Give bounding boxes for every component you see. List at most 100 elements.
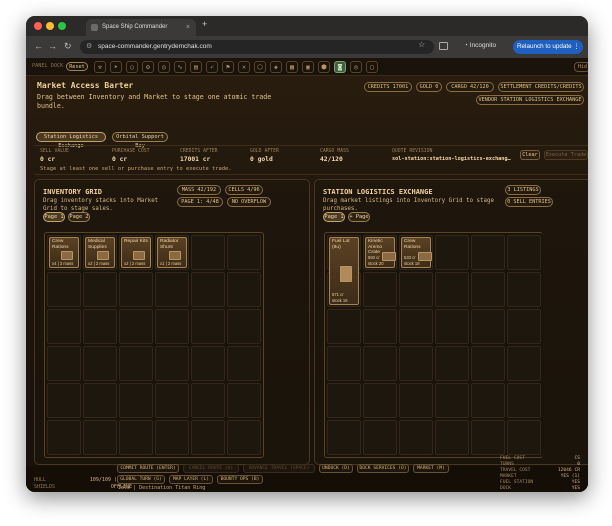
inventory-cell[interactable] xyxy=(227,235,261,270)
new-tab-icon[interactable]: + xyxy=(202,19,207,29)
inventory-item[interactable]: Radiator Shunt x1 | 2 mass xyxy=(157,237,187,268)
inventory-cell[interactable] xyxy=(227,272,261,307)
market-cell[interactable] xyxy=(435,235,469,270)
bookmark-star-icon[interactable]: ☆ xyxy=(418,40,425,49)
inventory-cell[interactable] xyxy=(191,383,225,418)
market-cell[interactable] xyxy=(399,309,433,344)
inventory-cell[interactable] xyxy=(47,272,81,307)
gear-icon[interactable]: ⚙ xyxy=(142,61,154,73)
inventory-cell[interactable] xyxy=(47,346,81,381)
extensions-icon[interactable] xyxy=(439,42,448,50)
wave-icon[interactable]: ∿ xyxy=(174,61,186,73)
market-listing[interactable]: Crew Rations 533 cr stock 18 xyxy=(401,237,432,268)
inventory-cell[interactable] xyxy=(83,420,117,455)
market-cell[interactable] xyxy=(471,272,505,307)
market-cell[interactable] xyxy=(507,346,541,381)
market-cell[interactable]: Crew Rations 533 cr stock 18 xyxy=(399,235,433,270)
inventory-cell[interactable] xyxy=(83,272,117,307)
inventory-cell[interactable] xyxy=(83,383,117,418)
market-listing[interactable]: Kinetic Ammo Crate 550 cr stock 20 xyxy=(365,237,396,268)
forward-icon[interactable]: → xyxy=(48,41,57,51)
cursor-icon[interactable]: ➤ xyxy=(110,61,122,73)
tab-orbital-support[interactable]: Orbital Support Bay xyxy=(112,132,168,149)
inventory-cell[interactable] xyxy=(119,383,153,418)
target-icon[interactable]: ◎ xyxy=(350,61,362,73)
inventory-cell[interactable] xyxy=(191,235,225,270)
market-cell[interactable]: Fuel Lot (8u) 671 cr stock 16 xyxy=(327,235,361,305)
advance-travel-button[interactable]: ADVANCE TRAVEL (SPACE) xyxy=(243,464,315,473)
inventory-cell[interactable] xyxy=(155,420,189,455)
inventory-cell[interactable] xyxy=(191,272,225,307)
market-cell[interactable] xyxy=(507,235,541,270)
market-cell[interactable] xyxy=(363,383,397,418)
market-cell[interactable] xyxy=(471,420,505,455)
cargo-icon[interactable]: ⬢ xyxy=(318,61,330,73)
site-info-icon[interactable]: ⚙ xyxy=(86,40,92,54)
close-tab-icon[interactable]: × xyxy=(186,19,190,36)
market-cell[interactable] xyxy=(471,346,505,381)
inventory-cell[interactable] xyxy=(191,420,225,455)
market-cell[interactable] xyxy=(363,346,397,381)
market-cell[interactable] xyxy=(435,309,469,344)
map-icon[interactable]: ▣ xyxy=(302,61,314,73)
inventory-cell[interactable] xyxy=(119,272,153,307)
inventory-cell[interactable] xyxy=(227,346,261,381)
inventory-page-2-button[interactable]: Page 2 xyxy=(68,212,90,222)
cancel-route-button[interactable]: CANCEL ROUTE (X) xyxy=(183,464,239,473)
dock-services-button[interactable]: DOCK SERVICES (O) xyxy=(357,464,409,473)
market-cell[interactable] xyxy=(471,235,505,270)
market-button[interactable]: MARKET (M) xyxy=(413,464,449,473)
inventory-cell[interactable] xyxy=(47,309,81,344)
market-cell[interactable] xyxy=(507,309,541,344)
inventory-cell[interactable]: Radiator Shunt x1 | 2 mass xyxy=(155,235,189,270)
market-cell[interactable] xyxy=(471,309,505,344)
inventory-cell[interactable] xyxy=(119,309,153,344)
inventory-grid[interactable]: Crew Rations x4 | 3 mass Medical Supplies x… xyxy=(44,232,264,458)
market-cell[interactable] xyxy=(363,309,397,344)
market-cell[interactable] xyxy=(435,346,469,381)
market-cell[interactable] xyxy=(399,420,433,455)
map-layer-button[interactable]: MAP LAYER (L) xyxy=(169,475,213,484)
close-window-icon[interactable] xyxy=(34,22,42,30)
inventory-cell[interactable]: Crew Rations x4 | 3 mass xyxy=(47,235,81,270)
hammer-icon[interactable]: ⚒ xyxy=(94,61,106,73)
browser-tab[interactable]: Space Ship Commander × xyxy=(86,19,196,36)
inventory-item[interactable]: Crew Rations x4 | 3 mass xyxy=(49,237,79,268)
station-icon[interactable]: ◙ xyxy=(334,61,346,73)
market-cell[interactable] xyxy=(327,309,361,344)
market-grid[interactable]: Fuel Lot (8u) 671 cr stock 16 Kinetic Ammo … xyxy=(324,232,543,458)
url-field[interactable]: ⚙ space-commander.gentrydemchak.com xyxy=(80,40,434,54)
inventory-cell[interactable] xyxy=(227,383,261,418)
inventory-cell[interactable]: Medical Supplies x2 | 2 mass xyxy=(83,235,117,270)
frame-icon[interactable]: ▢ xyxy=(366,61,378,73)
market-listing[interactable]: Fuel Lot (8u) 671 cr stock 16 xyxy=(329,237,359,305)
market-cell[interactable]: Kinetic Ammo Crate 550 cr stock 20 xyxy=(363,235,397,270)
chart-icon[interactable]: ▤ xyxy=(190,61,202,73)
market-cell[interactable] xyxy=(435,420,469,455)
maximize-window-icon[interactable] xyxy=(58,22,66,30)
global-turn-button[interactable]: GLOBAL TURN (G) xyxy=(117,475,165,484)
commit-route-button[interactable]: COMMIT ROUTE (ENTER) xyxy=(117,464,179,473)
undock-button[interactable]: UNDOCK (D) xyxy=(319,464,353,473)
market-page-1-button[interactable]: Page 1 xyxy=(323,212,345,222)
inventory-cell[interactable] xyxy=(119,420,153,455)
market-cell[interactable] xyxy=(435,383,469,418)
hide-dock-button[interactable]: Hid xyxy=(574,62,588,72)
market-cell[interactable] xyxy=(327,420,361,455)
inventory-cell[interactable]: Repair Kits x2 | 2 mass xyxy=(119,235,153,270)
cube-icon[interactable]: ◈ xyxy=(270,61,282,73)
clock-icon[interactable]: ◷ xyxy=(158,61,170,73)
inventory-cell[interactable] xyxy=(47,420,81,455)
execute-trade-button[interactable]: Execute Trade xyxy=(544,150,588,160)
reload-icon[interactable]: ↻ xyxy=(64,41,72,52)
inventory-cell[interactable] xyxy=(119,346,153,381)
cross-icon[interactable]: ✕ xyxy=(238,61,250,73)
market-cell[interactable] xyxy=(399,272,433,307)
market-cell[interactable] xyxy=(399,383,433,418)
shield-icon[interactable]: ⬡ xyxy=(254,61,266,73)
inventory-cell[interactable] xyxy=(83,346,117,381)
inventory-cell[interactable] xyxy=(227,309,261,344)
inventory-item[interactable]: Medical Supplies x2 | 2 mass xyxy=(85,237,115,268)
inventory-cell[interactable] xyxy=(83,309,117,344)
inventory-cell[interactable] xyxy=(155,346,189,381)
